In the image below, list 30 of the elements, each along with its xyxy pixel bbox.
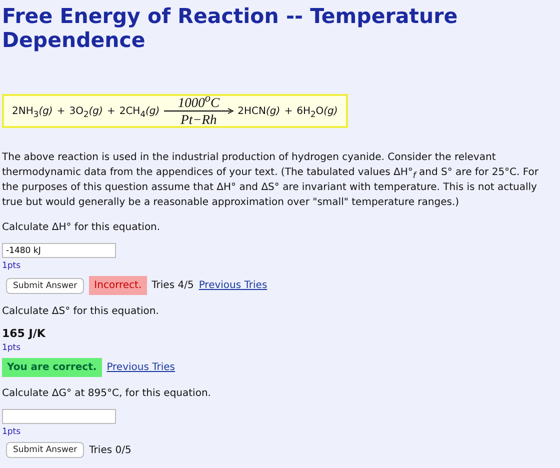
points-label: 1pts <box>2 343 22 353</box>
points-label: 1pts <box>2 261 22 271</box>
previous-tries-link[interactable]: Previous Tries <box>198 280 268 291</box>
species-text: 2CH$_{4}$(g) <box>119 106 160 116</box>
plus-sign: + <box>56 106 66 116</box>
tries-text: Tries 0/5 <box>89 444 132 456</box>
question-prompt: Calculate ΔH° for this equation. <box>2 221 162 235</box>
feedback-label: Incorrect. <box>89 276 147 295</box>
condition-text: 1000$^{o}$C <box>178 97 220 108</box>
previous-tries-link[interactable]: Previous Tries <box>106 362 176 373</box>
plus-sign: + <box>284 106 293 116</box>
page-title: Free Energy of Reaction -- Temperature Dependence <box>2 4 459 52</box>
answer-text: 165 J/K <box>2 327 46 340</box>
species-text: 3O$_{2}$(g) <box>69 106 103 116</box>
intro-paragraph: The above reaction is used in the industrial production of hydrogen cyanide. Consider the relevant thermodynamic data from the appendices of your text. (The tabulated values ΔH°$_{f}$ and S° are for 25°C. For the purposes of this question assume that ΔH° and ΔS° are invariant with temperature. This is not actually true but would generally be a reasonable approximation over "small" temperature ranges.) <box>2 151 540 210</box>
arrow-icon <box>164 108 234 114</box>
catalyst-text: Pt−Rh <box>180 114 217 125</box>
species-text: 6H$_{2}$O(g) <box>296 106 338 116</box>
answer-field[interactable] <box>2 409 116 424</box>
submit-button[interactable]: Submit Answer <box>6 442 84 458</box>
submit-button[interactable]: Submit Answer <box>6 278 84 294</box>
tries-text: Tries 4/5 <box>152 280 194 291</box>
species-text: 2NH$_{3}$(g) <box>12 106 53 116</box>
question-prompt: Calculate ΔS° for this equation. <box>2 305 160 319</box>
feedback-label: You are correct. <box>2 358 102 377</box>
answer-field[interactable]: -1480 kJ <box>2 243 116 258</box>
question-prompt: Calculate ΔG° at 895°C, for this equation. <box>2 387 212 401</box>
plus-sign: + <box>106 106 116 116</box>
species-text: 2HCN(g) <box>238 106 280 116</box>
points-label: 1pts <box>2 427 22 437</box>
